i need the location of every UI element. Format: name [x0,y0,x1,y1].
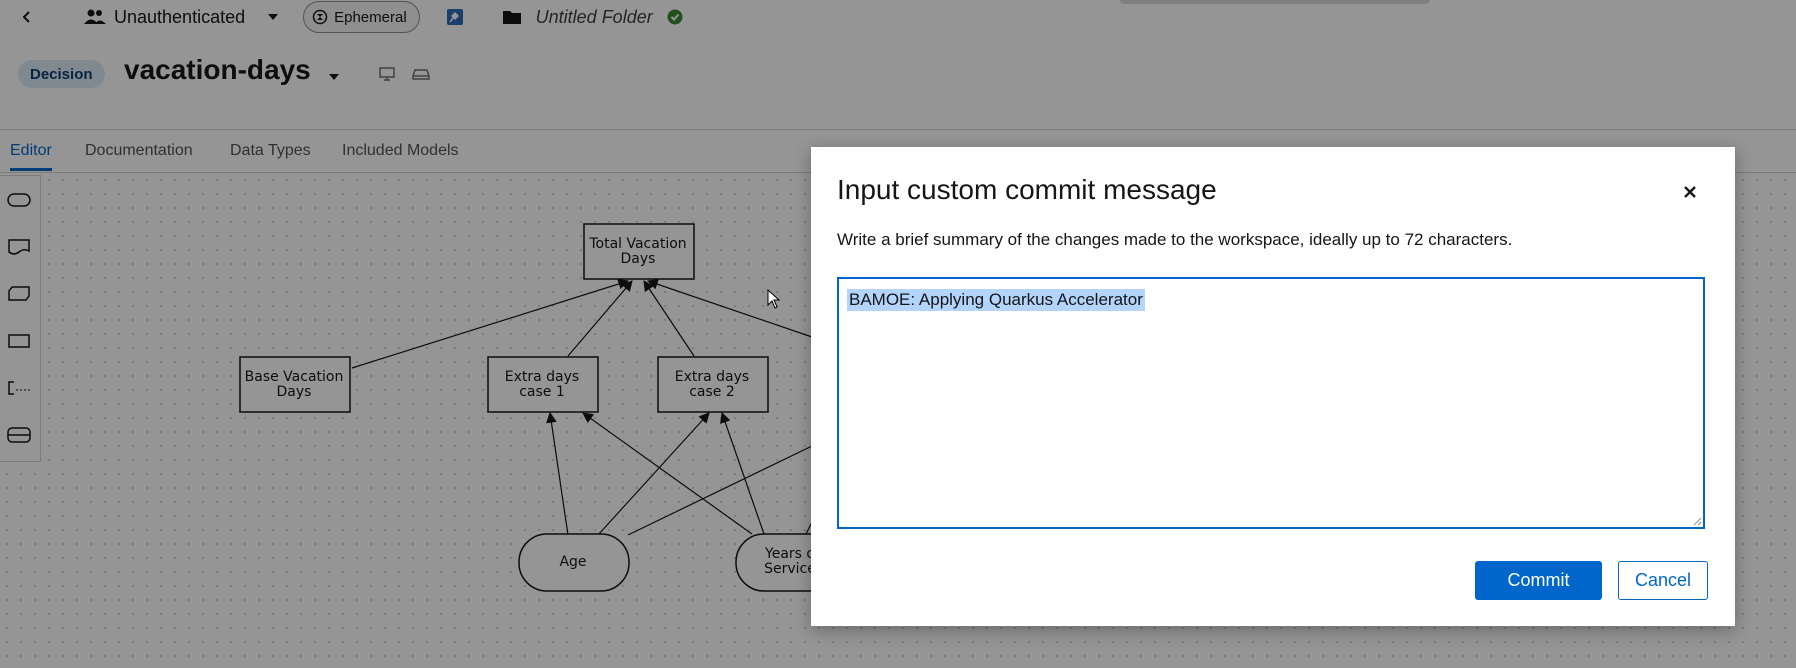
selected-text: BAMOE: Applying Quarkus Accelerator [847,289,1145,311]
mouse-cursor-icon [767,289,781,309]
commit-message-field[interactable]: BAMOE: Applying Quarkus Accelerator BAMO… [837,277,1705,529]
commit-button[interactable]: Commit [1475,561,1602,600]
resize-handle-icon[interactable] [1692,516,1702,526]
close-icon[interactable] [1681,183,1699,201]
commit-message-dialog: Input custom commit message Write a brie… [811,147,1735,626]
dialog-title: Input custom commit message [837,174,1217,205]
cancel-button[interactable]: Cancel [1618,561,1708,600]
dialog-description: Write a brief summary of the changes mad… [837,230,1513,249]
commit-message-textarea[interactable]: BAMOE: Applying Quarkus Accelerator [839,279,1703,527]
